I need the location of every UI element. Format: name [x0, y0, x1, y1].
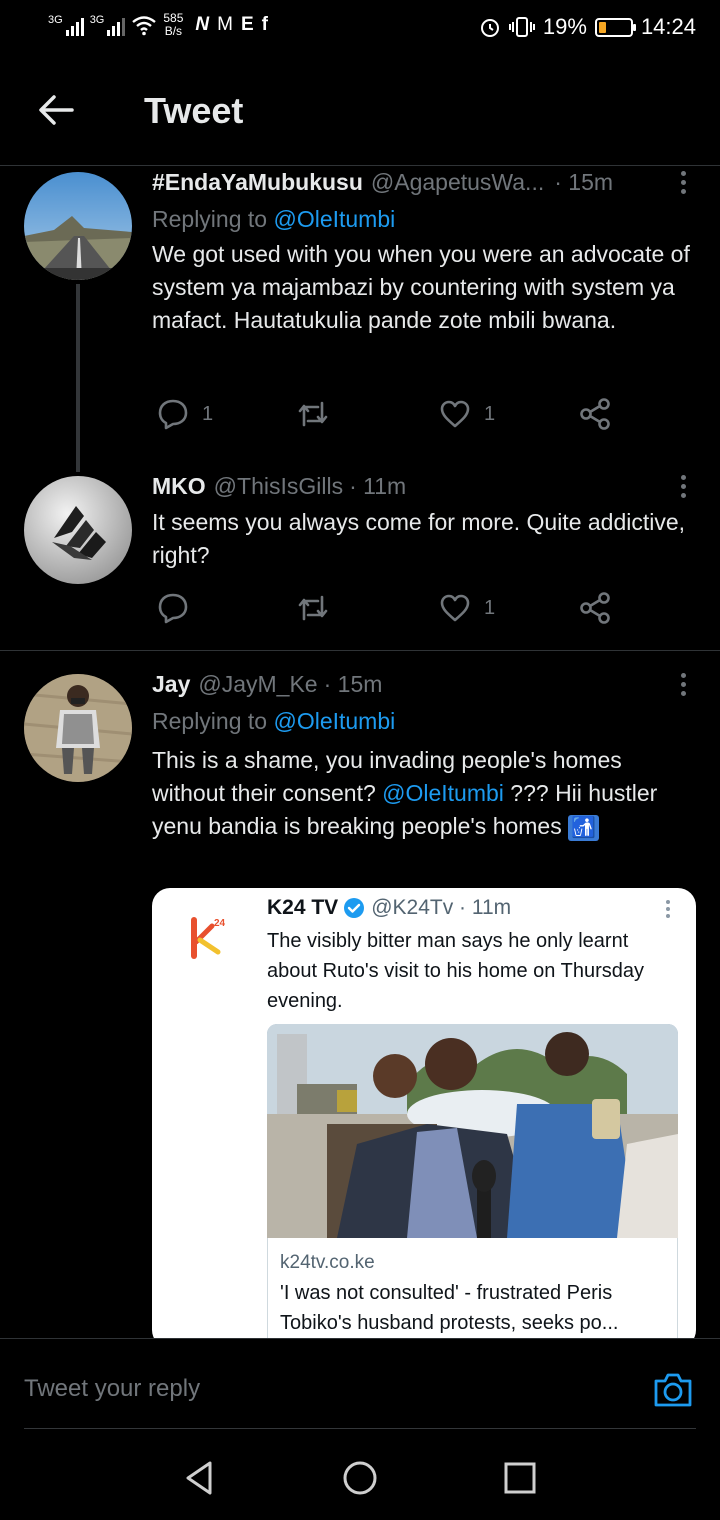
news-icon: E: [240, 14, 254, 35]
trash-emoji-icon: 🚮: [568, 815, 600, 841]
mention-link[interactable]: @OleItumbi: [382, 780, 504, 806]
tweet-2[interactable]: MKO @ThisIsGills · 11m It seems you alwa…: [0, 470, 720, 648]
like-count: 1: [484, 402, 496, 425]
link-headline: 'I was not consulted' - frustrated Peris…: [280, 1282, 619, 1334]
like-button[interactable]: 1: [438, 394, 495, 434]
reply-bar: Tweet your reply: [0, 1338, 720, 1430]
author-name[interactable]: Jay: [152, 671, 190, 698]
camera-icon[interactable]: [652, 1369, 694, 1409]
reply-button[interactable]: [156, 588, 202, 628]
verified-badge-icon: [344, 898, 365, 918]
notification-app-icons: N M E f: [195, 14, 268, 36]
quoted-author-handle[interactable]: @K24Tv · 11m: [371, 896, 511, 920]
like-count: 1: [484, 596, 496, 619]
avatar-jay[interactable]: [24, 674, 132, 782]
divider: [0, 650, 720, 651]
author-handle[interactable]: @AgapetusWa...: [371, 169, 544, 196]
avatar-mko[interactable]: [24, 476, 132, 584]
system-nav-bar: [0, 1430, 720, 1520]
link-domain: k24tv.co.ke: [280, 1252, 375, 1273]
battery-percent: 19%: [542, 14, 587, 39]
quoted-tweet-text: The visibly bitter man says he only lear…: [267, 930, 644, 1012]
reply-button[interactable]: 1: [156, 394, 213, 434]
vibrate-icon: [508, 17, 535, 37]
network-speed: 585 B/s: [163, 11, 184, 38]
retweet-icon: [298, 401, 328, 427]
share-button[interactable]: [578, 588, 612, 628]
tweet-time: · 15m: [323, 670, 383, 697]
nav-back-icon[interactable]: [180, 1458, 220, 1498]
reply-icon: [158, 593, 188, 624]
retweet-button[interactable]: [296, 394, 330, 434]
wifi-icon: [132, 16, 157, 36]
mention-link[interactable]: @OleItumbi: [273, 708, 395, 734]
author-handle[interactable]: @JayM_Ke: [198, 671, 317, 698]
alarm-icon: [480, 19, 499, 37]
signal-2-icon: 3G: [90, 14, 126, 36]
svg-text:24: 24: [214, 918, 226, 929]
tweet-time: · 15m: [554, 168, 614, 195]
replying-to: Replying to @OleItumbi: [152, 202, 696, 236]
replying-to: Replying to @OleItumbi: [152, 704, 696, 738]
heart-icon: [440, 400, 470, 428]
share-button[interactable]: [578, 394, 612, 434]
battery-icon: [594, 17, 636, 37]
facebook-icon: f: [261, 14, 268, 35]
nav-home-icon[interactable]: [340, 1458, 380, 1498]
share-icon: [580, 398, 610, 430]
replying-prefix: Replying to: [152, 708, 274, 734]
nav-recents-icon[interactable]: [500, 1458, 540, 1498]
more-options-icon[interactable]: [670, 166, 696, 198]
heart-icon: [440, 594, 470, 622]
tweet-text: It seems you always come for more. Quite…: [152, 509, 686, 568]
more-options-icon[interactable]: [670, 668, 696, 700]
like-button[interactable]: 1: [438, 588, 495, 628]
tweet-1[interactable]: #EndaYaMubukusu @AgapetusWa... · 15m Rep…: [0, 166, 720, 472]
share-icon: [580, 592, 610, 624]
link-preview[interactable]: k24tv.co.ke 'I was not consulted' - frus…: [267, 1238, 678, 1348]
quoted-tweet-card[interactable]: 24 K24 TV @K24Tv · 11m The visibly bitte…: [152, 888, 696, 1348]
news-photo[interactable]: [267, 1024, 678, 1238]
author-name[interactable]: MKO: [152, 473, 206, 500]
avatar-enda[interactable]: [24, 172, 132, 280]
tweet-text: We got used with you when you were an ad…: [152, 241, 690, 333]
back-arrow-icon[interactable]: [34, 88, 78, 132]
reply-input[interactable]: Tweet your reply: [24, 1375, 200, 1403]
signal-1-icon: 3G: [48, 14, 84, 36]
reply-count: 1: [202, 402, 214, 425]
reply-underline: [24, 1428, 696, 1429]
k24-logo: 24: [191, 917, 226, 959]
mention-link[interactable]: @OleItumbi: [273, 206, 395, 232]
quoted-more-options-icon[interactable]: [666, 900, 670, 918]
page-title: Tweet: [144, 90, 244, 131]
tweet-time: · 11m: [349, 472, 407, 499]
quoted-author-name[interactable]: K24 TV: [267, 896, 338, 920]
clock: 14:24: [640, 14, 696, 39]
thread-line: [76, 284, 80, 472]
header: Tweet: [0, 56, 720, 166]
more-options-icon[interactable]: [670, 470, 696, 502]
replying-prefix: Replying to: [152, 206, 274, 232]
author-name[interactable]: #EndaYaMubukusu: [152, 169, 363, 196]
status-bar: 3G 3G 585 B/s N M E f 19% 14:24: [0, 0, 720, 56]
app-n-icon: N: [195, 14, 210, 35]
retweet-button[interactable]: [296, 588, 330, 628]
tweet-text: This is a shame, you invading people's h…: [152, 744, 696, 843]
gmail-icon: M: [217, 14, 233, 35]
author-handle[interactable]: @ThisIsGills: [214, 473, 343, 500]
retweet-icon: [298, 595, 328, 621]
reply-icon: [158, 399, 188, 430]
